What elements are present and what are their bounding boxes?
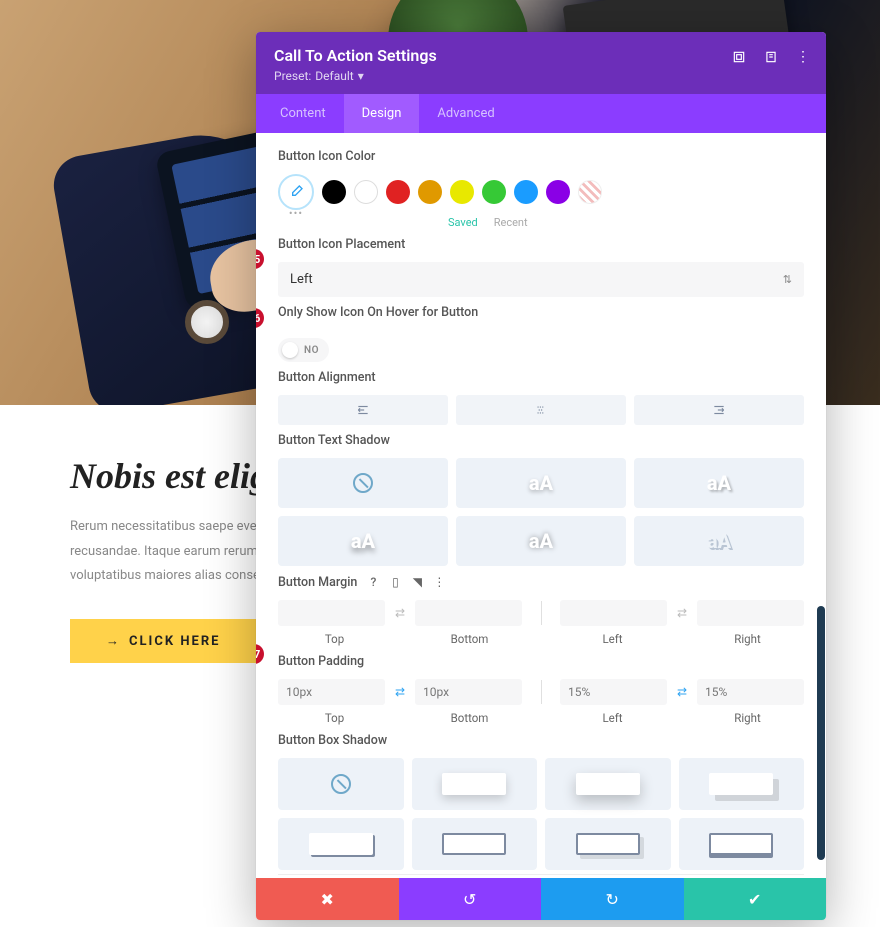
tab-bar: Content Design Advanced [256, 94, 826, 133]
saved-tab[interactable]: Saved [448, 216, 478, 229]
swatch-blue[interactable] [514, 180, 538, 204]
recent-tab[interactable]: Recent [494, 216, 528, 229]
text-shadow-5[interactable]: aA [634, 516, 804, 566]
swatch-purple[interactable] [546, 180, 570, 204]
undo-button[interactable]: ↺ [399, 878, 542, 920]
box-shadow-grid [278, 758, 804, 870]
swatch-orange[interactable] [418, 180, 442, 204]
swatch-red[interactable] [386, 180, 410, 204]
settings-modal: Call To Action Settings Preset: Default … [256, 32, 826, 920]
margin-bottom-input[interactable] [415, 600, 522, 626]
padding-left-input[interactable]: 15% [560, 679, 667, 705]
none-icon [331, 774, 351, 794]
label-margin: Button Margin ? ▯ ◥ ⋮ [278, 574, 804, 590]
tab-content[interactable]: Content [262, 94, 344, 133]
icon-placement-select[interactable]: Left ⇅ [278, 262, 804, 297]
cancel-button[interactable]: ✖ [256, 878, 399, 920]
color-swatch-row: ••• [278, 174, 804, 210]
swatch-white[interactable] [354, 180, 378, 204]
hover-icon[interactable]: ◥ [409, 574, 425, 590]
align-left-button[interactable] [278, 395, 448, 425]
align-right-button[interactable] [634, 395, 804, 425]
link-icon[interactable]: ⇄ [389, 606, 411, 620]
padding-bottom-input[interactable]: 10px [415, 679, 522, 705]
close-icon: ✖ [321, 890, 334, 909]
text-shadow-1[interactable]: aA [456, 458, 626, 508]
settings-panel[interactable]: Button Icon Color ••• Saved Recent Butto… [256, 133, 826, 878]
swatch-black[interactable] [322, 180, 346, 204]
label-hover-icon: Only Show Icon On Hover for Button [278, 305, 804, 320]
hover-icon-toggle[interactable]: NO [278, 338, 329, 362]
label-text-shadow: Button Text Shadow [278, 433, 804, 448]
save-button[interactable]: ✔ [684, 878, 827, 920]
margin-top-input[interactable] [278, 600, 385, 626]
margin-inputs: ⇄ ⇄ Top Bottom Left Right [278, 600, 804, 646]
select-caret-icon: ⇅ [783, 273, 792, 286]
preset-selector[interactable]: Preset: Default ▾ [274, 69, 364, 83]
box-shadow-2[interactable] [545, 758, 671, 810]
text-shadow-4[interactable]: aA [456, 516, 626, 566]
label-icon-color: Button Icon Color [278, 149, 804, 164]
cta-label: CLICK HERE [129, 634, 220, 649]
text-shadow-3[interactable]: aA [278, 516, 448, 566]
tab-design[interactable]: Design [344, 94, 420, 133]
text-shadow-none[interactable] [278, 458, 448, 508]
none-icon [353, 473, 373, 493]
margin-left-input[interactable] [560, 600, 667, 626]
annotation-16: 16 [256, 308, 264, 328]
box-shadow-5[interactable] [412, 818, 538, 870]
swatch-green[interactable] [482, 180, 506, 204]
padding-top-input[interactable]: 10px [278, 679, 385, 705]
tab-advanced[interactable]: Advanced [419, 94, 512, 133]
box-shadow-6[interactable] [545, 818, 671, 870]
align-center-button[interactable] [456, 395, 626, 425]
eyedropper-button[interactable]: ••• [278, 174, 314, 210]
label-padding: Button Padding [278, 654, 804, 669]
link-icon[interactable]: ⇄ [671, 685, 693, 699]
arrow-icon: → [106, 634, 121, 649]
options-icon[interactable]: ⋮ [431, 574, 447, 590]
box-shadow-none[interactable] [278, 758, 404, 810]
box-shadow-7[interactable] [679, 818, 805, 870]
padding-inputs: 10px ⇄ 10px 15% ⇄ 15% Top Bottom Left Ri… [278, 679, 804, 725]
expand-icon[interactable] [726, 44, 752, 70]
link-icon[interactable]: ⇄ [671, 606, 693, 620]
check-icon: ✔ [748, 890, 761, 909]
annotation-15: 15 [256, 249, 264, 269]
annotation-17: 17 [256, 644, 264, 664]
margin-right-input[interactable] [697, 600, 804, 626]
scrollbar[interactable] [817, 606, 825, 860]
text-shadow-grid: aA aA aA aA aA [278, 458, 804, 566]
modal-header: Call To Action Settings Preset: Default … [256, 32, 826, 94]
mobile-icon[interactable]: ▯ [387, 574, 403, 590]
box-shadow-3[interactable] [679, 758, 805, 810]
label-box-shadow: Button Box Shadow [278, 733, 804, 748]
label-alignment: Button Alignment [278, 370, 804, 385]
guide-icon[interactable] [758, 44, 784, 70]
modal-footer: ✖ ↺ ↻ ✔ [256, 878, 826, 920]
text-shadow-2[interactable]: aA [634, 458, 804, 508]
box-shadow-4[interactable] [278, 818, 404, 870]
swatch-none[interactable] [578, 180, 602, 204]
undo-icon: ↺ [463, 890, 476, 909]
cta-button[interactable]: → CLICK HERE [70, 619, 256, 663]
more-dots-icon[interactable]: ••• [289, 207, 303, 220]
padding-right-input[interactable]: 15% [697, 679, 804, 705]
kebab-menu-icon[interactable]: ⋮ [790, 44, 816, 70]
palette-tabs: Saved Recent [448, 216, 804, 229]
swatch-yellow[interactable] [450, 180, 474, 204]
redo-icon: ↻ [606, 890, 619, 909]
sizing-section-toggle[interactable]: Sizing ⌄ [278, 874, 804, 878]
toggle-knob [282, 342, 298, 358]
label-icon-placement: Button Icon Placement [278, 237, 804, 252]
redo-button[interactable]: ↻ [541, 878, 684, 920]
chevron-down-icon: ▾ [358, 69, 364, 83]
help-icon[interactable]: ? [365, 574, 381, 590]
link-icon[interactable]: ⇄ [389, 685, 411, 699]
box-shadow-1[interactable] [412, 758, 538, 810]
